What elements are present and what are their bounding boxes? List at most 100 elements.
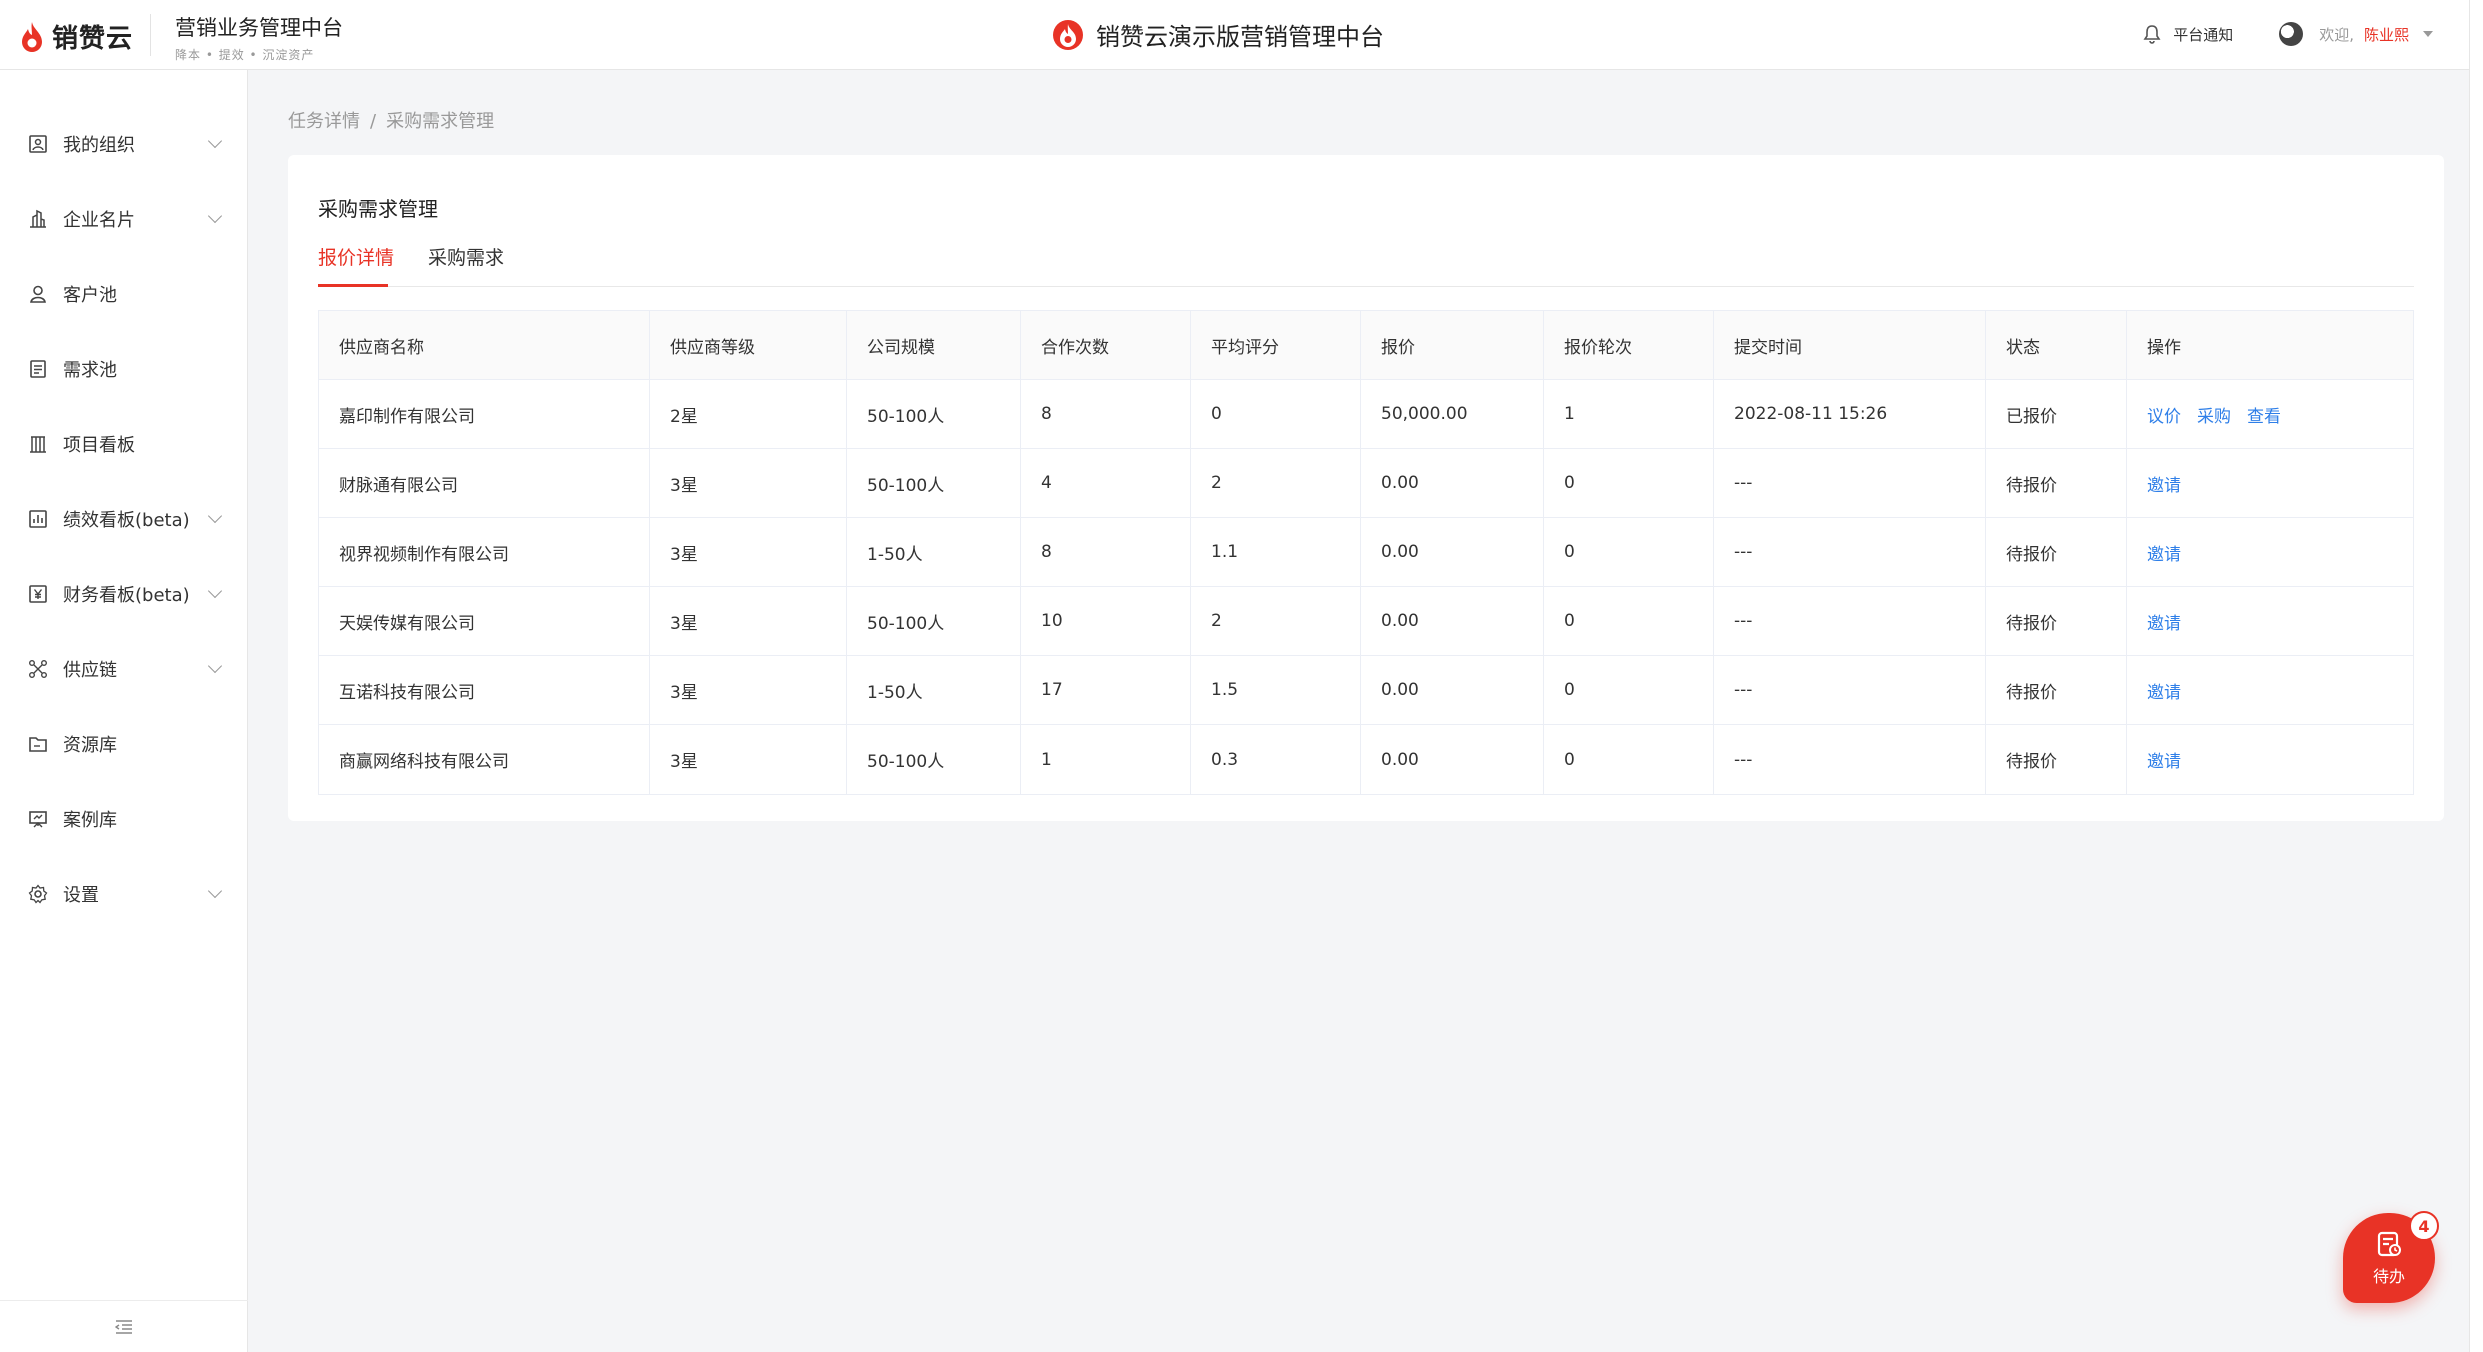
status: 待报价 [1986,725,2127,794]
sidebar-item-supply-chain[interactable]: 供应链 [0,639,248,699]
procurement-card: 采购需求管理 报价详情 采购需求 供应商名称 供应商等级 公司规模 合作次数 平… [288,155,2444,821]
invite-link[interactable]: 邀请 [2147,747,2181,772]
negotiate-link[interactable]: 议价 [2147,402,2181,427]
platform-title: 销赞云演示版营销管理中台 [1052,17,1384,52]
quote-round: 0 [1544,449,1714,517]
sidebar-item-settings[interactable]: 设置 [0,864,248,924]
breadcrumb: 任务详情 / 采购需求管理 [288,107,494,133]
todo-count-badge: 4 [2409,1211,2439,1241]
user-icon [27,283,49,305]
page-scrollbar[interactable] [2469,0,2483,1352]
cooperation-count: 8 [1021,518,1191,586]
sidebar-item-label: 项目看板 [63,435,135,456]
welcome-text: 欢迎, [2319,25,2354,44]
supplier-name: 视界视频制作有限公司 [319,518,650,586]
sidebar-item-cases[interactable]: 案例库 [0,789,248,849]
status: 待报价 [1986,587,2127,655]
cooperation-count: 4 [1021,449,1191,517]
platform-notify[interactable]: 平台通知 [2143,24,2233,45]
logo[interactable]: 销赞云 [20,18,133,55]
sidebar-item-performance[interactable]: 绩效看板(beta) [0,489,248,549]
sidebar-item-label: 绩效看板(beta) [63,510,190,531]
view-link[interactable]: 查看 [2247,402,2281,427]
notify-label: 平台通知 [2173,25,2234,44]
average-score: 0 [1191,380,1361,448]
bell-icon [2143,25,2161,44]
supplier-level: 3星 [650,518,847,586]
building-icon [27,208,49,230]
brand-divider [150,14,151,56]
cooperation-count: 10 [1021,587,1191,655]
supplier-table: 供应商名称 供应商等级 公司规模 合作次数 平均评分 报价 报价轮次 提交时间 … [318,310,2414,795]
supplier-level: 3星 [650,725,847,794]
sidebar-item-project-board[interactable]: 项目看板 [0,414,248,474]
submit-time: --- [1714,587,1986,655]
invite-link[interactable]: 邀请 [2147,540,2181,565]
tab-procurement-demand[interactable]: 采购需求 [428,243,504,287]
sidebar-item-demand-pool[interactable]: 需求池 [0,339,248,399]
quote-round: 0 [1544,656,1714,724]
tab-label: 采购需求 [428,247,505,269]
actions-cell: 议价 采购 查看 [2127,380,2413,448]
quote-round: 0 [1544,587,1714,655]
top-header: 销赞云 营销业务管理中台 降本 • 提效 • 沉淀资产 销赞云演示版营销管理中台… [0,0,2483,70]
table-row: 天娱传媒有限公司 3星 50-100人 10 2 0.00 0 --- 待报价 … [319,587,2413,656]
supplier-name: 互诺科技有限公司 [319,656,650,724]
sidebar-item-label: 财务看板(beta) [63,585,190,606]
purchase-link[interactable]: 采购 [2197,402,2231,427]
company-size: 1-50人 [847,518,1021,586]
sidebar-item-resources[interactable]: 资源库 [0,714,248,774]
todo-clipboard-icon [2377,1231,2401,1257]
todo-label: 待办 [2372,1267,2405,1286]
company-size: 50-100人 [847,587,1021,655]
logo-flame-icon [22,21,42,52]
column-header: 提交时间 [1714,311,1986,379]
chevron-down-icon [207,133,223,149]
cooperation-count: 8 [1021,380,1191,448]
chevron-down-icon[interactable] [2423,31,2433,37]
username[interactable]: 陈业熙 [2364,24,2409,45]
sidebar-item-label: 客户池 [63,285,117,306]
avatar[interactable] [2279,22,2304,46]
chevron-down-icon [207,658,223,674]
supplier-name: 财脉通有限公司 [319,449,650,517]
chevron-down-icon [207,883,223,899]
table-row: 商赢网络科技有限公司 3星 50-100人 1 0.3 0.00 0 --- 待… [319,725,2413,794]
chevron-down-icon [207,583,223,599]
sidebar-item-label: 设置 [63,885,99,906]
submit-time: --- [1714,518,1986,586]
breadcrumb-item-task-detail[interactable]: 任务详情 [288,111,360,132]
status: 待报价 [1986,656,2127,724]
page-title: 采购需求管理 [318,197,438,221]
company-size: 50-100人 [847,380,1021,448]
org-icon [27,133,49,155]
header-right: 平台通知 欢迎, 陈业熙 [2143,22,2433,46]
invite-link[interactable]: 邀请 [2147,609,2181,634]
cooperation-count: 1 [1021,725,1191,794]
table-row: 互诺科技有限公司 3星 1-50人 17 1.5 0.00 0 --- 待报价 … [319,656,2413,725]
brand-block: 营销业务管理中台 降本 • 提效 • 沉淀资产 [175,12,343,63]
tab-bar: 报价详情 采购需求 [318,243,2414,287]
tab-quote-details[interactable]: 报价详情 [318,243,394,287]
sidebar-item-company-card[interactable]: 企业名片 [0,189,248,249]
invite-link[interactable]: 邀请 [2147,678,2181,703]
quote-amount: 0.00 [1361,449,1544,517]
average-score: 1.5 [1191,656,1361,724]
todo-float-button[interactable]: 待办 4 [2343,1211,2439,1303]
average-score: 2 [1191,587,1361,655]
sidebar-item-customer-pool[interactable]: 客户池 [0,264,248,324]
supplier-level: 3星 [650,656,847,724]
quote-amount: 0.00 [1361,725,1544,794]
actions-cell: 邀请 [2127,725,2413,794]
invite-link[interactable]: 邀请 [2147,471,2181,496]
table-row: 嘉印制作有限公司 2星 50-100人 8 0 50,000.00 1 2022… [319,380,2413,449]
sidebar-item-org[interactable]: 我的组织 [0,114,248,174]
quote-amount: 50,000.00 [1361,380,1544,448]
company-size: 1-50人 [847,656,1021,724]
sidebar-collapse-button[interactable] [0,1300,248,1352]
submit-time: --- [1714,449,1986,517]
supplier-name: 商赢网络科技有限公司 [319,725,650,794]
sidebar-item-finance[interactable]: 财务看板(beta) [0,564,248,624]
quote-round: 0 [1544,725,1714,794]
cooperation-count: 17 [1021,656,1191,724]
